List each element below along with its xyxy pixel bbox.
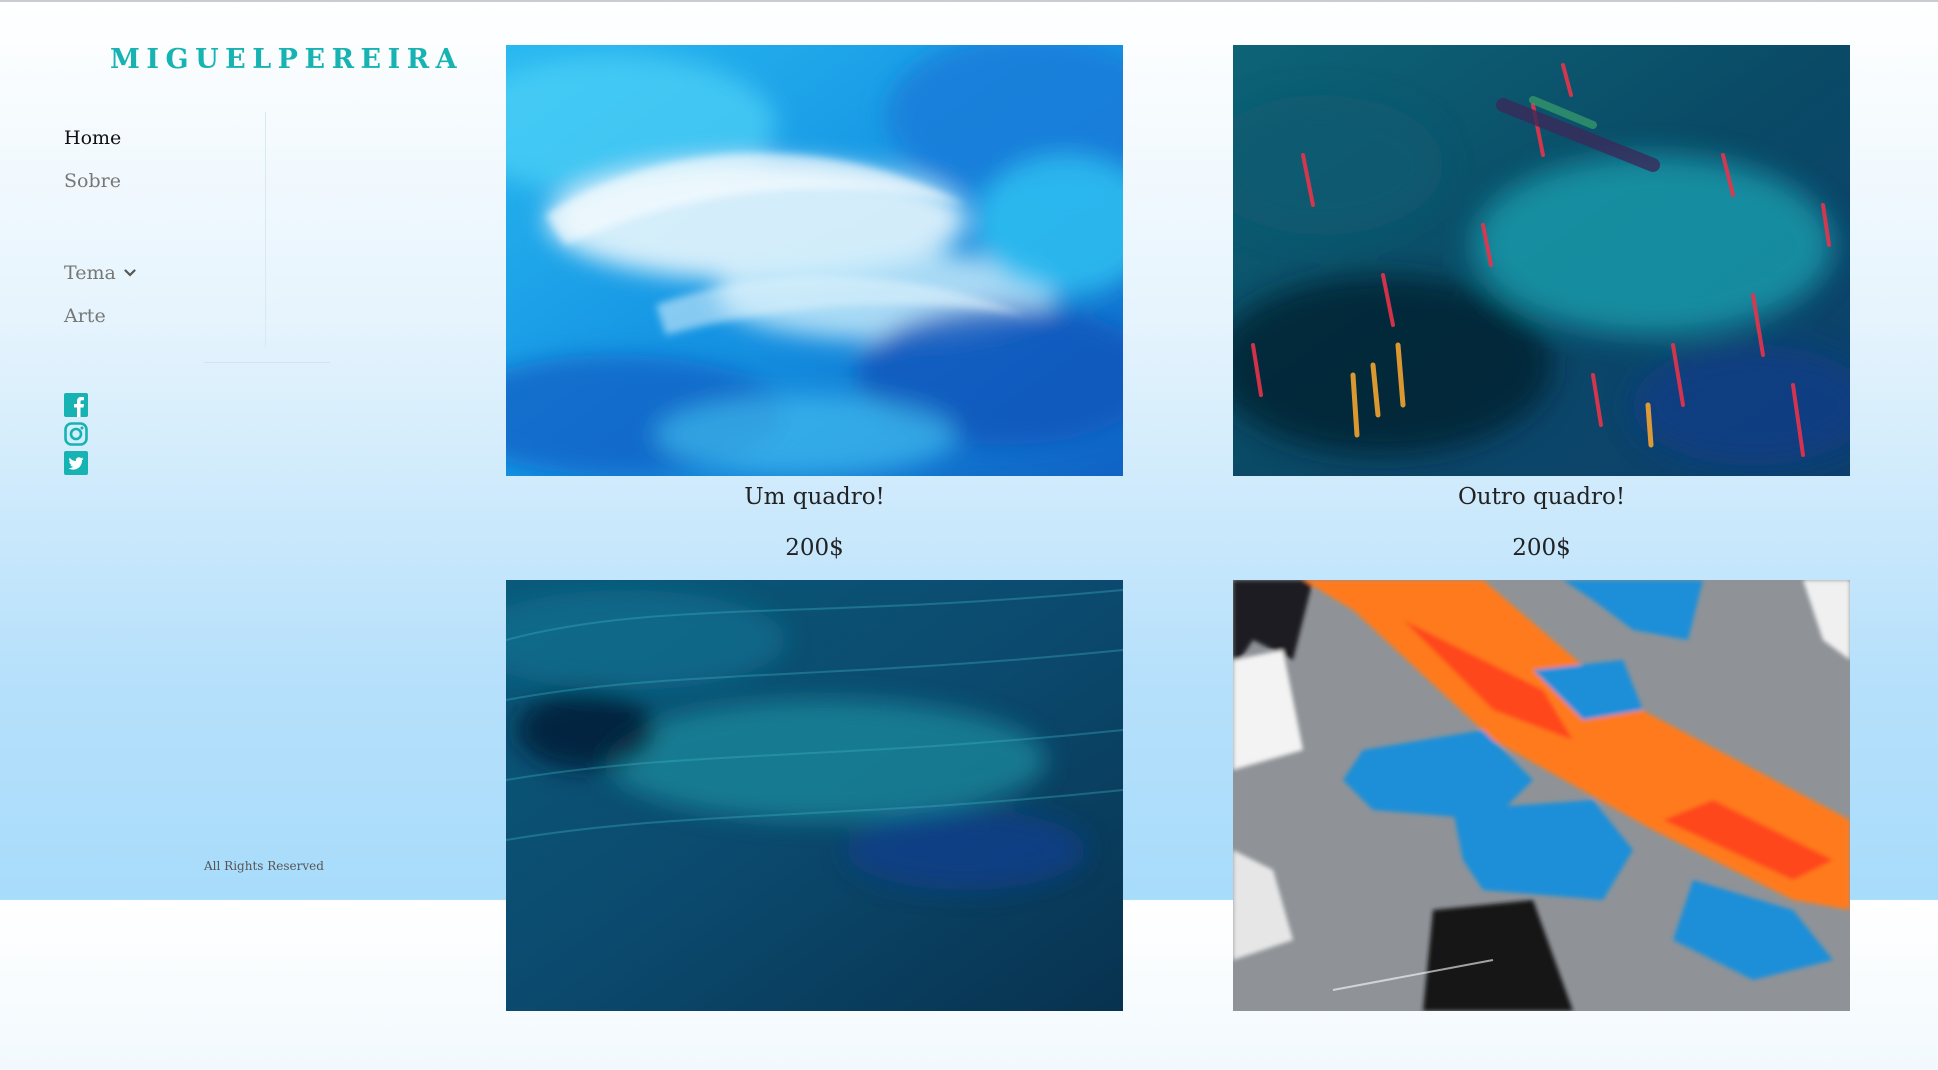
artwork-title: Outro quadro! — [1457, 484, 1626, 510]
artwork-image-orange-blue-paint[interactable] — [1233, 580, 1850, 1011]
nav-divider-vertical — [265, 112, 266, 347]
footer-rights: All Rights Reserved — [204, 859, 324, 873]
sidebar: MIGUELPEREIRA Home Sobre Tema Arte All R… — [0, 2, 457, 902]
artwork-card[interactable] — [1233, 580, 1850, 1070]
artwork-price: 200$ — [785, 535, 844, 561]
twitter-icon[interactable] — [64, 451, 88, 475]
nav-arte[interactable]: Arte — [64, 305, 106, 327]
brand-logo[interactable]: MIGUELPEREIRA — [110, 44, 463, 75]
artwork-card[interactable] — [506, 580, 1123, 1070]
nav-sobre[interactable]: Sobre — [64, 170, 121, 192]
facebook-icon[interactable] — [64, 393, 88, 417]
nav-divider-horizontal — [204, 362, 330, 363]
artwork-image-deep-blue-strokes[interactable] — [506, 580, 1123, 1011]
artwork-image-abstract-teal[interactable] — [1233, 45, 1850, 476]
nav-home[interactable]: Home — [64, 127, 121, 149]
artwork-title — [1233, 1019, 1850, 1049]
artwork-image-blue-waves[interactable] — [506, 45, 1123, 476]
artwork-card[interactable]: Outro quadro! 200$ — [1233, 45, 1850, 561]
instagram-icon[interactable] — [64, 422, 88, 446]
artwork-title — [506, 1019, 1123, 1049]
nav-tema[interactable]: Tema — [64, 262, 136, 285]
artwork-title: Um quadro! — [744, 484, 885, 510]
artwork-card[interactable]: Um quadro! 200$ — [506, 45, 1123, 561]
social-links — [64, 393, 88, 480]
nav-tema-label: Tema — [64, 262, 116, 284]
chevron-down-icon — [124, 260, 136, 282]
artwork-price: 200$ — [1512, 535, 1571, 561]
